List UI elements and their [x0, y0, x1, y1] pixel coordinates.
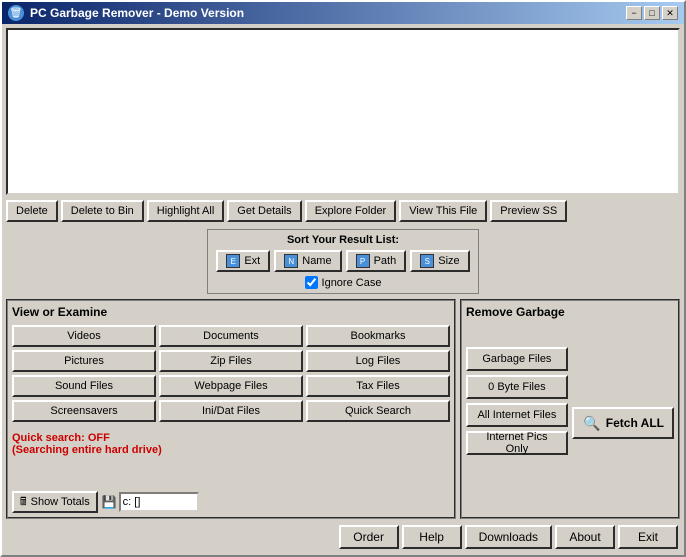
window-controls: − □ ✕ — [626, 6, 678, 20]
view-panel-bottom: 🖩 Show Totals 💾 — [12, 487, 450, 513]
internet-pics-button[interactable]: Internet Pics Only — [466, 431, 568, 455]
remove-content: Garbage Files 0 Byte Files All Internet … — [466, 325, 674, 513]
view-panel-title: View or Examine — [12, 305, 450, 319]
window-body: Delete Delete to Bin Highlight All Get D… — [2, 24, 684, 555]
remove-panel-title: Remove Garbage — [466, 305, 674, 319]
fetch-icon: 🔍 — [582, 415, 602, 431]
sort-ext-button[interactable]: E Ext — [216, 250, 270, 272]
view-soundfiles-button[interactable]: Sound Files — [12, 375, 156, 397]
sort-buttons: E Ext N Name P Path S Size — [216, 250, 469, 272]
ignore-case-label: Ignore Case — [322, 277, 382, 289]
sort-name-button[interactable]: N Name — [274, 250, 341, 272]
sort-box: Sort Your Result List: E Ext N Name P Pa… — [207, 229, 478, 294]
view-inidat-button[interactable]: Ini/Dat Files — [159, 400, 303, 422]
view-pictures-button[interactable]: Pictures — [12, 350, 156, 372]
exit-button[interactable]: Exit — [618, 525, 678, 549]
drive-combo[interactable] — [119, 492, 199, 512]
all-internet-button[interactable]: All Internet Files — [466, 403, 568, 427]
show-totals-button[interactable]: 🖩 Show Totals — [12, 491, 98, 513]
footer-row: Order Help Downloads About Exit — [6, 522, 680, 551]
view-screensavers-button[interactable]: Screensavers — [12, 400, 156, 422]
sort-row: Sort Your Result List: E Ext N Name P Pa… — [6, 227, 680, 296]
sort-title: Sort Your Result List: — [287, 234, 399, 246]
get-details-button[interactable]: Get Details — [227, 200, 301, 222]
title-bar: 🗑 PC Garbage Remover - Demo Version − □ … — [2, 2, 684, 24]
downloads-button[interactable]: Downloads — [465, 525, 552, 549]
maximize-button[interactable]: □ — [644, 6, 660, 20]
bottom-section: View or Examine Videos Documents Bookmar… — [6, 299, 680, 519]
quick-search-status: Quick search: OFF — [12, 432, 450, 444]
toolbar-row: Delete Delete to Bin Highlight All Get D… — [6, 198, 680, 224]
show-totals-label: Show Totals — [31, 496, 90, 508]
view-bookmarks-button[interactable]: Bookmarks — [306, 325, 450, 347]
fetch-all-button[interactable]: 🔍 Fetch ALL — [572, 407, 674, 439]
garbage-files-button[interactable]: Garbage Files — [466, 347, 568, 371]
app-icon: 🗑 — [8, 5, 24, 21]
show-totals-icon: 🖩 — [20, 493, 27, 512]
title-bar-left: 🗑 PC Garbage Remover - Demo Version — [8, 5, 244, 21]
view-documents-button[interactable]: Documents — [159, 325, 303, 347]
close-button[interactable]: ✕ — [662, 6, 678, 20]
about-button[interactable]: About — [555, 525, 615, 549]
sort-path-icon: P — [356, 254, 370, 268]
view-this-file-button[interactable]: View This File — [399, 200, 487, 222]
results-list — [6, 28, 680, 195]
sort-path-button[interactable]: P Path — [346, 250, 407, 272]
sort-size-icon: S — [420, 254, 434, 268]
sort-ext-icon: E — [226, 254, 240, 268]
remove-right: 🔍 Fetch ALL — [572, 325, 674, 513]
delete-button[interactable]: Delete — [6, 200, 58, 222]
ignore-case-checkbox[interactable] — [305, 276, 318, 289]
remove-panel: Remove Garbage Garbage Files 0 Byte File… — [460, 299, 680, 519]
main-window: 🗑 PC Garbage Remover - Demo Version − □ … — [0, 0, 686, 557]
highlight-all-button[interactable]: Highlight All — [147, 200, 224, 222]
view-videos-button[interactable]: Videos — [12, 325, 156, 347]
view-grid: Videos Documents Bookmarks Pictures Zip … — [12, 325, 450, 422]
view-quicksearch-button[interactable]: Quick Search — [306, 400, 450, 422]
preview-ss-button[interactable]: Preview SS — [490, 200, 567, 222]
order-button[interactable]: Order — [339, 525, 399, 549]
zero-byte-button[interactable]: 0 Byte Files — [466, 375, 568, 399]
quick-search-sub: (Searching entire hard drive) — [12, 444, 450, 456]
window-title: PC Garbage Remover - Demo Version — [30, 6, 244, 20]
view-panel: View or Examine Videos Documents Bookmar… — [6, 299, 456, 519]
view-taxfiles-button[interactable]: Tax Files — [306, 375, 450, 397]
explore-folder-button[interactable]: Explore Folder — [305, 200, 397, 222]
delete-bin-button[interactable]: Delete to Bin — [61, 200, 144, 222]
view-logfiles-button[interactable]: Log Files — [306, 350, 450, 372]
ignore-case-row: Ignore Case — [305, 276, 382, 289]
view-zipfiles-button[interactable]: Zip Files — [159, 350, 303, 372]
minimize-button[interactable]: − — [626, 6, 642, 20]
sort-name-icon: N — [284, 254, 298, 268]
fetch-label: Fetch ALL — [606, 416, 664, 430]
sort-size-button[interactable]: S Size — [410, 250, 469, 272]
drive-selector: 💾 — [102, 492, 199, 512]
help-button[interactable]: Help — [402, 525, 462, 549]
drive-icon: 💾 — [102, 495, 117, 509]
view-webpagefiles-button[interactable]: Webpage Files — [159, 375, 303, 397]
remove-buttons: Garbage Files 0 Byte Files All Internet … — [466, 325, 568, 513]
